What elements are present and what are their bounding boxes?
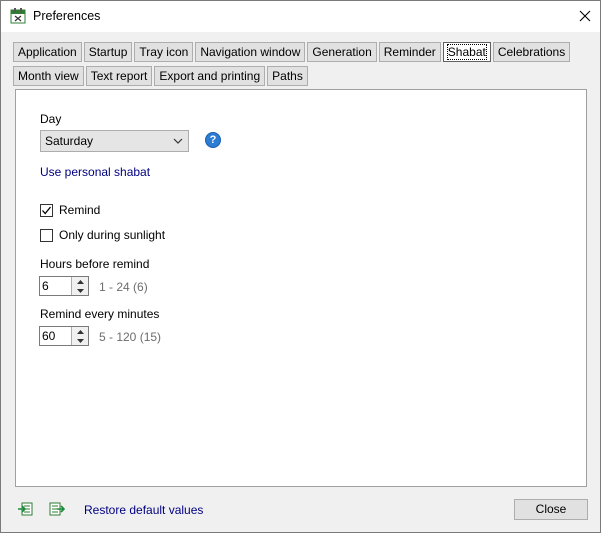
tab-application[interactable]: Application <box>13 42 82 62</box>
tab-month-view[interactable]: Month view <box>13 66 84 86</box>
remind-checkbox[interactable] <box>40 204 53 217</box>
tab-row-2: Month view Text report Export and printi… <box>13 66 310 86</box>
tab-paths[interactable]: Paths <box>267 66 308 86</box>
import-settings-icon[interactable] <box>17 501 33 517</box>
arrow-down-icon <box>76 338 84 343</box>
tab-tray-icon[interactable]: Tray icon <box>134 42 194 62</box>
hours-value: 6 <box>42 279 49 293</box>
hours-range: 1 - 24 (6) <box>99 280 148 294</box>
checkmark-icon <box>42 206 52 215</box>
restore-default-values-link[interactable]: Restore default values <box>84 503 203 517</box>
remind-label: Remind <box>59 203 101 217</box>
chevron-down-icon <box>173 138 183 144</box>
arrow-up-icon <box>76 279 84 284</box>
tab-generation[interactable]: Generation <box>307 42 377 62</box>
tab-shabat[interactable]: Shabat <box>442 42 491 62</box>
day-select[interactable]: Saturday <box>40 130 189 152</box>
minutes-value: 60 <box>42 329 56 343</box>
window-title: Preferences <box>33 9 101 23</box>
tab-celebrations[interactable]: Celebrations <box>492 42 571 62</box>
hours-before-remind-spinner[interactable]: 6 <box>39 276 89 296</box>
tab-reminder[interactable]: Reminder <box>378 42 441 62</box>
arrow-up-icon <box>76 329 84 334</box>
hours-decrement-button[interactable] <box>72 286 88 295</box>
only-during-sunlight-label: Only during sunlight <box>59 228 166 242</box>
minutes-decrement-button[interactable] <box>72 336 88 345</box>
window-close-button[interactable] <box>571 3 599 29</box>
preferences-window: Preferences Application Startup Tray ico… <box>0 0 601 533</box>
help-icon[interactable]: ? <box>205 132 221 148</box>
tab-text-report[interactable]: Text report <box>85 66 153 86</box>
remind-every-minutes-spinner[interactable]: 60 <box>39 326 89 346</box>
tab-navigation-window[interactable]: Navigation window <box>195 42 306 62</box>
export-settings-icon[interactable] <box>49 501 65 517</box>
close-button[interactable]: Close <box>514 499 588 520</box>
day-label: Day <box>40 112 62 126</box>
day-select-value: Saturday <box>45 134 94 148</box>
arrow-down-icon <box>76 288 84 293</box>
tab-export-and-printing[interactable]: Export and printing <box>154 66 266 86</box>
minutes-range: 5 - 120 (15) <box>99 330 162 344</box>
only-during-sunlight-checkbox[interactable] <box>40 229 53 242</box>
use-personal-shabat-link[interactable]: Use personal shabat <box>40 165 150 179</box>
close-icon <box>579 10 591 22</box>
remind-every-minutes-label: Remind every minutes <box>40 307 160 321</box>
shabat-panel: Day Saturday ? Use personal shabat Remin… <box>15 89 587 487</box>
calendar-app-icon <box>10 8 26 24</box>
title-bar: Preferences <box>1 1 600 32</box>
tab-row-1: Application Startup Tray icon Navigation… <box>13 42 572 62</box>
hours-before-remind-label: Hours before remind <box>40 257 150 271</box>
tab-startup[interactable]: Startup <box>83 42 133 62</box>
